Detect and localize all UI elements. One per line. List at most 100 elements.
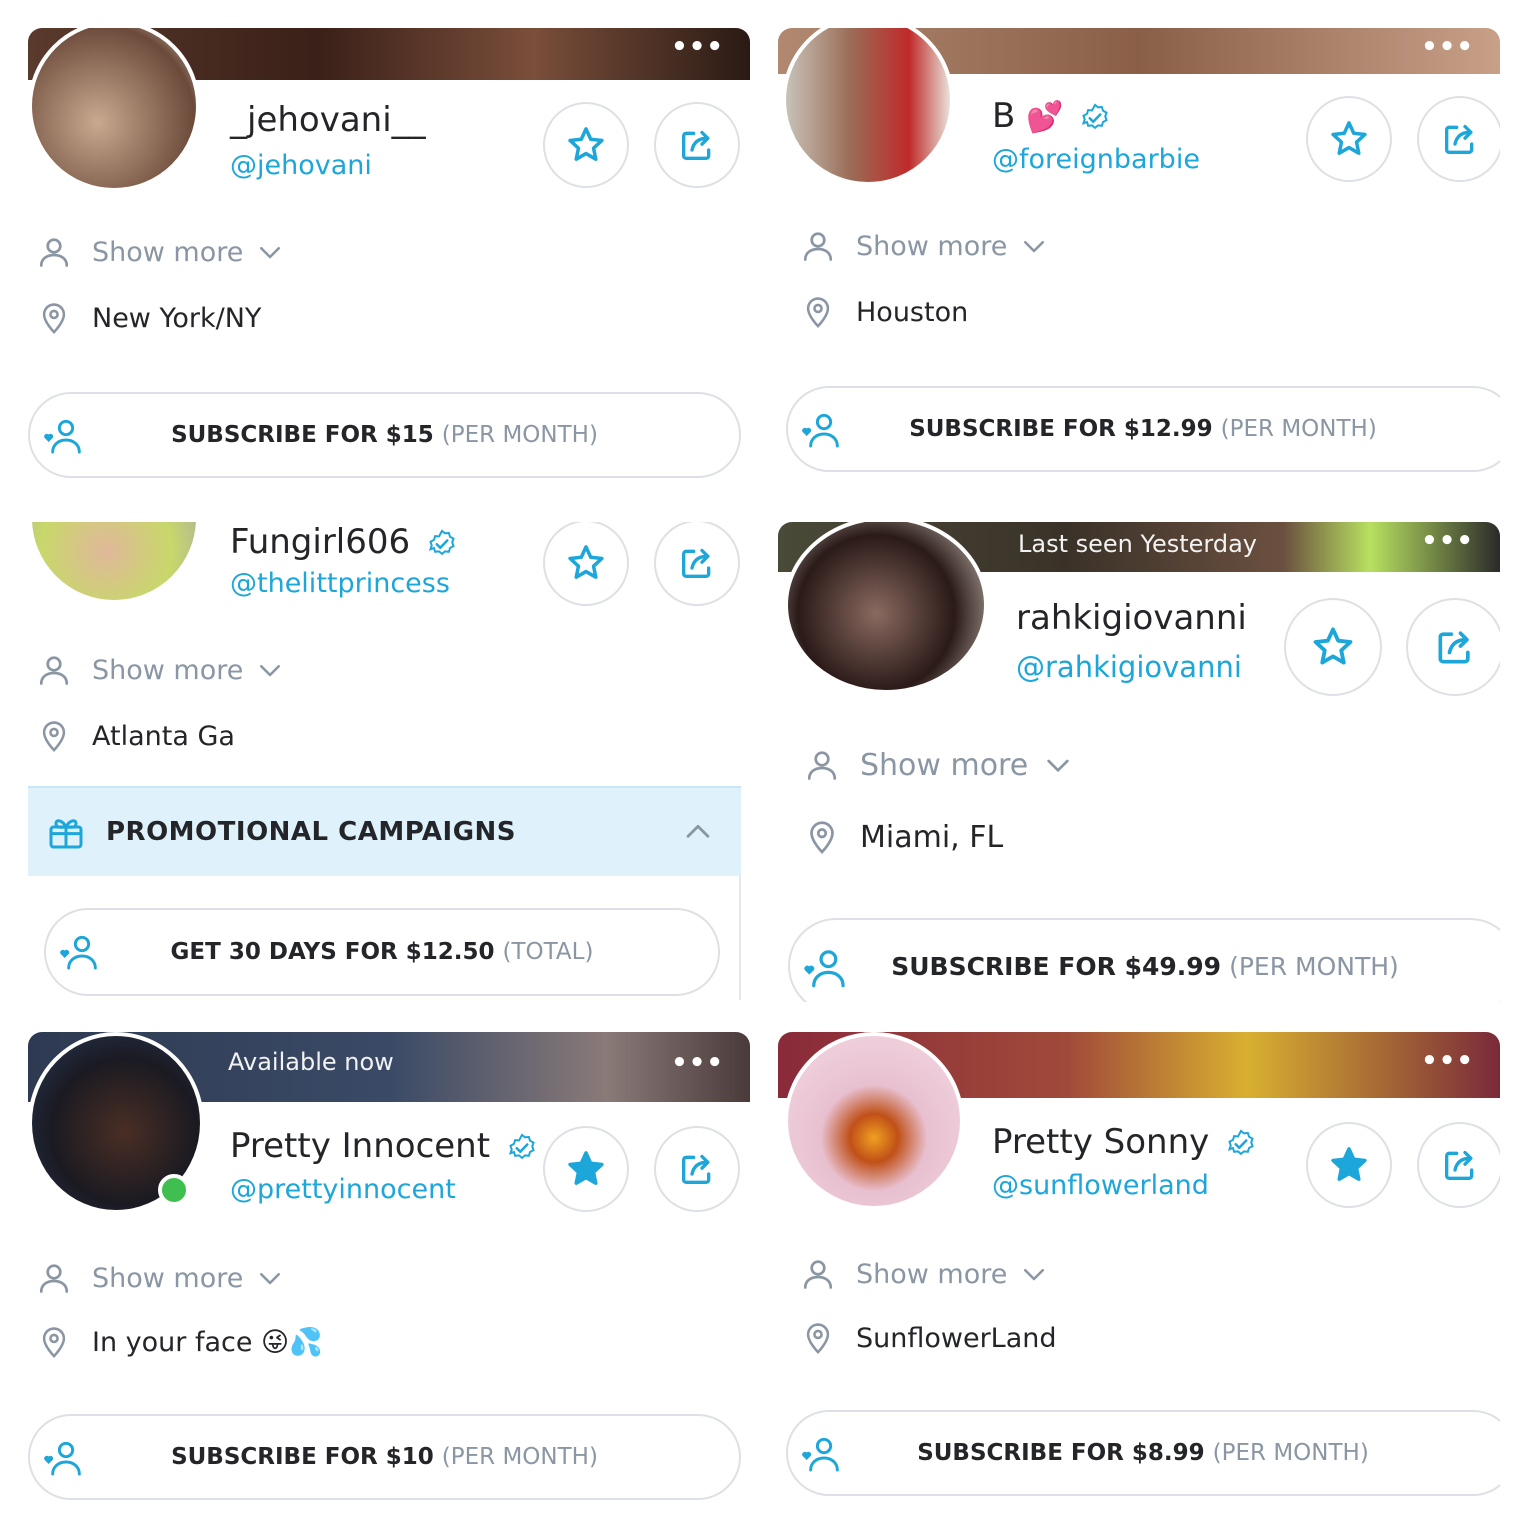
availability-status: Available now — [228, 1048, 394, 1076]
subscribe-button[interactable]: SUBSCRIBE FOR $15 (PER MONTH) — [28, 392, 741, 478]
share-icon — [1440, 1145, 1480, 1185]
star-icon — [1310, 624, 1356, 670]
avatar[interactable] — [28, 28, 200, 192]
promo-subscribe-button[interactable]: GET 30 DAYS FOR $12.50 (TOTAL) — [44, 908, 720, 996]
avatar[interactable] — [784, 1032, 964, 1210]
favorite-button[interactable] — [1306, 1122, 1392, 1208]
promo-panel-border — [739, 874, 741, 1000]
creator-card: ••• Pretty Sonny @sunflowerland Show mor… — [778, 1032, 1500, 1500]
chevron-down-icon — [255, 1263, 285, 1293]
share-button[interactable] — [654, 1126, 740, 1212]
subscribe-button[interactable]: SUBSCRIBE FOR $8.99 (PER MONTH) — [786, 1410, 1500, 1496]
star-icon — [1328, 118, 1370, 160]
verified-badge-icon — [1080, 103, 1110, 133]
user-icon — [800, 1254, 836, 1294]
location-pin-icon — [36, 1322, 72, 1362]
promotional-campaigns-header[interactable]: PROMOTIONAL CAMPAIGNS — [28, 786, 741, 876]
location: New York/NY — [36, 298, 261, 338]
creator-card: Fungirl606 @thelittprincess Show more At… — [28, 522, 750, 1000]
location: Miami, FL — [804, 816, 1003, 858]
share-button[interactable] — [654, 102, 740, 188]
online-indicator — [158, 1174, 190, 1206]
user-icon — [36, 1258, 72, 1298]
star-filled-icon — [565, 1148, 607, 1190]
share-icon — [1433, 625, 1477, 669]
display-name[interactable]: Pretty Innocent — [230, 1126, 537, 1166]
display-name[interactable]: _jehovani__ — [230, 100, 426, 140]
share-button[interactable] — [1417, 96, 1500, 182]
location-pin-icon — [800, 1318, 836, 1358]
display-name[interactable]: Fungirl606 — [230, 522, 457, 562]
chevron-down-icon — [1019, 1259, 1049, 1289]
username[interactable]: @jehovani — [230, 150, 372, 181]
favorite-button[interactable] — [1306, 96, 1392, 182]
creator-card: ••• _jehovani__ @jehovani Show more New … — [28, 28, 750, 483]
display-name[interactable]: rahkigiovanni — [1016, 598, 1247, 638]
more-options-icon[interactable]: ••• — [1421, 32, 1474, 62]
location: Atlanta Ga — [36, 716, 235, 756]
location: SunflowerLand — [800, 1318, 1057, 1358]
creator-card: Last seen Yesterday ••• rahkigiovanni @r… — [778, 522, 1500, 1002]
last-seen-status: Last seen Yesterday — [1018, 530, 1258, 558]
username[interactable]: @sunflowerland — [992, 1170, 1209, 1201]
subscribe-button[interactable]: SUBSCRIBE FOR $49.99 (PER MONTH) — [788, 918, 1500, 1002]
user-icon — [36, 232, 72, 272]
chevron-down-icon — [1019, 231, 1049, 261]
share-icon — [677, 1149, 717, 1189]
display-name[interactable]: B 💕 — [992, 96, 1110, 136]
verified-badge-icon — [507, 1133, 537, 1163]
favorite-button[interactable] — [543, 522, 629, 606]
location: In your face 😜💦 — [36, 1322, 323, 1362]
avatar[interactable] — [28, 522, 200, 604]
share-button[interactable] — [654, 522, 740, 606]
username[interactable]: @thelittprincess — [230, 568, 450, 599]
show-more-toggle[interactable]: Show more — [800, 1254, 1049, 1294]
more-options-icon[interactable]: ••• — [1421, 526, 1474, 556]
share-icon — [677, 125, 717, 165]
show-more-toggle[interactable]: Show more — [804, 744, 1074, 786]
show-more-toggle[interactable]: Show more — [36, 232, 285, 272]
subscribe-button[interactable]: SUBSCRIBE FOR $10 (PER MONTH) — [28, 1414, 741, 1500]
avatar[interactable] — [782, 28, 954, 186]
star-filled-icon — [1328, 1144, 1370, 1186]
chevron-down-icon — [1042, 749, 1074, 781]
user-icon — [800, 226, 836, 266]
location: Houston — [800, 292, 968, 332]
star-icon — [565, 124, 607, 166]
share-button[interactable] — [1406, 598, 1500, 696]
username[interactable]: @foreignbarbie — [992, 144, 1200, 175]
chevron-up-icon — [681, 815, 715, 849]
heart-emoji: 💕 — [1026, 100, 1064, 135]
username[interactable]: @rahkigiovanni — [1016, 650, 1242, 684]
more-options-icon[interactable]: ••• — [1421, 1046, 1474, 1076]
verified-badge-icon — [1226, 1129, 1256, 1159]
location-pin-icon — [804, 816, 840, 858]
share-icon — [1440, 119, 1480, 159]
creator-card: Available now ••• Pretty Innocent @prett… — [28, 1032, 750, 1500]
favorite-button[interactable] — [543, 102, 629, 188]
star-icon — [565, 542, 607, 584]
show-more-toggle[interactable]: Show more — [36, 1258, 285, 1298]
subscribe-button[interactable]: SUBSCRIBE FOR $12.99 (PER MONTH) — [786, 386, 1500, 472]
share-icon — [677, 543, 717, 583]
favorite-button[interactable] — [543, 1126, 629, 1212]
chevron-down-icon — [255, 237, 285, 267]
display-name[interactable]: Pretty Sonny — [992, 1122, 1256, 1162]
show-more-toggle[interactable]: Show more — [36, 650, 285, 690]
creator-card: ••• B 💕 @foreignbarbie Show more Houston… — [778, 28, 1500, 483]
show-more-toggle[interactable]: Show more — [800, 226, 1049, 266]
location-pin-icon — [36, 716, 72, 756]
username[interactable]: @prettyinnocent — [230, 1174, 456, 1205]
share-button[interactable] — [1417, 1122, 1500, 1208]
chevron-down-icon — [255, 655, 285, 685]
more-options-icon[interactable]: ••• — [671, 1048, 724, 1078]
location-pin-icon — [800, 292, 836, 332]
more-options-icon[interactable]: ••• — [671, 32, 724, 62]
gift-icon — [46, 812, 86, 852]
location-pin-icon — [36, 298, 72, 338]
verified-badge-icon — [427, 529, 457, 559]
favorite-button[interactable] — [1284, 598, 1382, 696]
user-icon — [804, 744, 840, 786]
avatar[interactable] — [784, 522, 988, 694]
user-icon — [36, 650, 72, 690]
